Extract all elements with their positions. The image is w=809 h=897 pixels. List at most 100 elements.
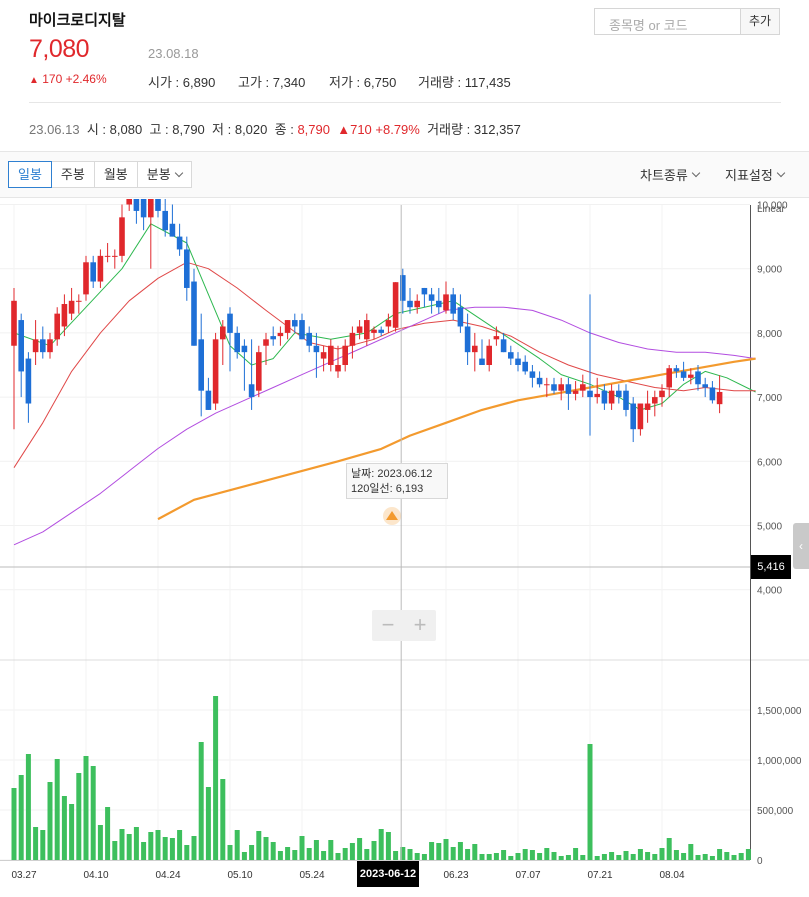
indicator-settings-label: 지표설정 — [725, 168, 773, 183]
candle-body — [205, 390, 212, 410]
volume-bar — [371, 841, 377, 860]
candle-body — [90, 262, 96, 282]
candle-body — [695, 371, 701, 385]
candle-body — [191, 281, 197, 346]
candle-body — [565, 384, 572, 394]
history-high-label: 고 — [149, 122, 162, 137]
volume-bar — [515, 853, 521, 860]
volume-bar — [364, 849, 370, 860]
volume-bar — [112, 841, 118, 860]
chart-type-dropdown[interactable]: 차트종류 — [640, 165, 701, 184]
volume-bar — [587, 744, 593, 860]
volume-tick-label: 1,500,000 — [757, 706, 802, 717]
candle-body — [493, 336, 500, 340]
candle-body — [623, 390, 629, 410]
volume-bar — [349, 843, 355, 860]
tab-monthly[interactable]: 월봉 — [93, 161, 138, 188]
volume-bar — [205, 787, 211, 860]
volume-bar — [342, 848, 348, 860]
volume-bar — [241, 852, 247, 860]
candle-body — [637, 403, 644, 430]
volume-bar — [18, 775, 24, 860]
volume-bar — [378, 829, 384, 860]
candle-body — [148, 199, 154, 218]
candle-body — [11, 300, 17, 346]
volume-bar — [148, 832, 154, 860]
candle-body — [544, 384, 550, 386]
candle-body — [198, 339, 204, 391]
volume-bar — [529, 850, 535, 860]
ma-line-ma5 — [13, 223, 756, 411]
candle-body — [220, 326, 226, 340]
price-tick-label: 7,000 — [757, 393, 782, 404]
volume-bar — [40, 830, 46, 860]
tab-daily[interactable]: 일봉 — [8, 161, 52, 188]
stock-name: 마이크로디지탈 — [29, 12, 126, 29]
candle-body — [652, 397, 658, 404]
candle-body — [234, 332, 240, 353]
stock-search-input[interactable]: 종목명 or 코드 — [594, 8, 740, 35]
tab-weekly[interactable]: 주봉 — [50, 161, 95, 188]
volume-bar — [97, 825, 103, 860]
candle-body — [61, 304, 68, 327]
stock-chart[interactable]: 4,0005,0006,0007,0008,0009,00010,000Line… — [0, 199, 809, 897]
volume-bar — [407, 849, 413, 860]
volume-bar — [162, 837, 168, 860]
volume-bar — [522, 849, 528, 860]
candle-body — [227, 313, 233, 333]
volume-bar — [321, 851, 327, 860]
history-open: 8,080 — [109, 122, 143, 137]
volume-stat: 거래량 : 117,435 — [418, 75, 511, 90]
volume-bar — [393, 851, 399, 860]
candle-body — [414, 300, 420, 308]
candle-body — [335, 365, 341, 372]
volume-bar — [47, 782, 53, 860]
price-tick-label: 9,000 — [757, 265, 782, 276]
volume-bar — [313, 840, 319, 860]
high-stat: 고가 : 7,340 — [238, 75, 306, 90]
volume-bar — [443, 839, 449, 860]
candle-body — [54, 313, 60, 340]
volume-bar — [666, 838, 672, 860]
quote-date: 23.08.18 — [148, 46, 199, 61]
ma-line-ma60 — [13, 306, 756, 546]
tab-minute[interactable]: 분봉 — [136, 161, 192, 188]
open-stat: 시가 : 6,890 — [148, 75, 216, 90]
candle-body — [594, 393, 600, 398]
indicator-settings-dropdown[interactable]: 지표설정 — [725, 165, 786, 184]
volume-bar — [270, 842, 276, 860]
volume-bar — [256, 831, 262, 860]
history-volume-label: 거래량 — [427, 122, 463, 137]
zoom-in-button[interactable]: + — [404, 610, 436, 641]
volume-bar — [594, 856, 600, 860]
volume-bar — [83, 756, 89, 860]
add-button[interactable]: 추가 — [740, 8, 780, 35]
price-tick-label: 5,000 — [757, 522, 782, 533]
history-low: 8,020 — [234, 122, 268, 137]
side-panel-toggle[interactable]: ‹ — [793, 523, 809, 569]
history-date: 23.06.13 — [29, 122, 80, 137]
price-tick-label: 6,000 — [757, 457, 782, 468]
volume-bar — [637, 849, 643, 860]
volume-bar — [695, 855, 701, 860]
candle-body — [472, 345, 478, 353]
low-stat: 저가 : 6,750 — [329, 75, 397, 90]
volume-bar — [565, 855, 571, 860]
volume-bar — [421, 854, 427, 860]
volume-bar — [69, 804, 75, 860]
zoom-out-button[interactable]: − — [372, 610, 404, 641]
candle-body — [18, 320, 24, 372]
candle-body — [428, 294, 435, 301]
volume-tick-label: 1,000,000 — [757, 756, 802, 767]
candle-body — [155, 199, 161, 211]
volume-bar — [54, 759, 60, 860]
candle-body — [133, 199, 140, 211]
candle-body — [119, 217, 125, 256]
candle-body — [392, 282, 399, 328]
price-change-value: 170 +2.46% — [42, 72, 107, 86]
candle-body — [68, 300, 75, 314]
volume-bar — [76, 773, 82, 860]
volume-bar — [709, 856, 715, 860]
header-divider — [29, 102, 781, 103]
volume-bar — [227, 845, 233, 860]
